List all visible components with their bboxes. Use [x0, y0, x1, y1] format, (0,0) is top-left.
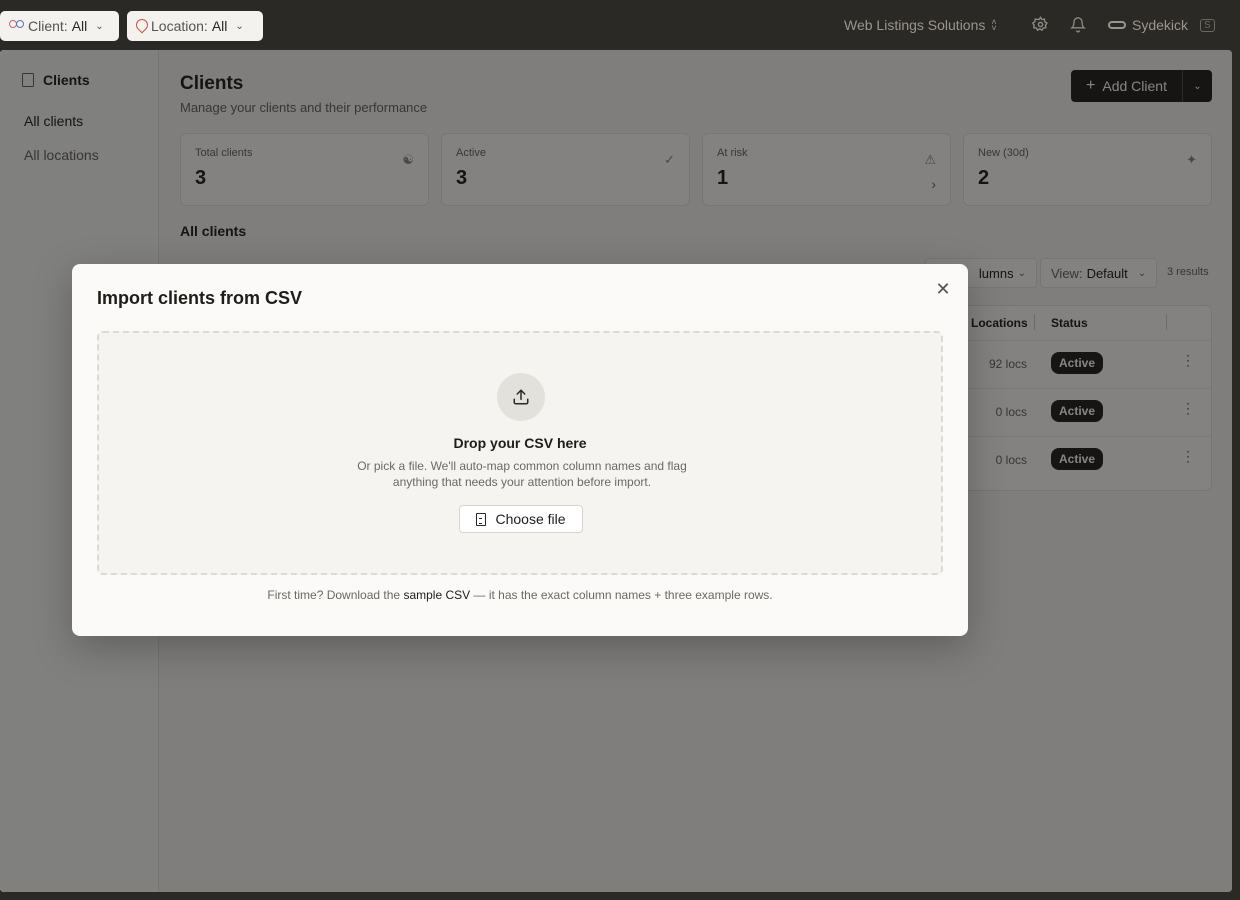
dropzone-description: Or pick a file. We'll auto-map common co…	[357, 459, 687, 489]
brand-shortcut: S	[1200, 18, 1215, 32]
dropzone-title: Drop your CSV here	[453, 435, 587, 451]
org-name: Web Listings Solutions	[844, 17, 986, 33]
chevron-updown-icon: ˄ ˅	[991, 17, 997, 33]
dialog-title: Import clients from CSV	[97, 288, 303, 308]
brand-menu[interactable]: Sydekick S	[1108, 17, 1215, 33]
map-pin-icon	[135, 19, 147, 33]
location-filter-key: Location:	[151, 18, 208, 34]
brand-logo-icon	[1108, 21, 1126, 29]
location-filter-value: All	[211, 18, 228, 34]
choose-file-button[interactable]: Choose file	[459, 505, 583, 533]
choose-file-label: Choose file	[495, 511, 566, 527]
sample-csv-link[interactable]: sample CSV	[403, 588, 470, 602]
client-filter-key: Client:	[28, 18, 68, 34]
sample-csv-note: First time? Download the sample CSV — it…	[72, 588, 968, 602]
footnote-text: — it has the exact column names + three …	[473, 588, 773, 602]
brand-name: Sydekick	[1132, 17, 1189, 33]
bell-icon[interactable]	[1069, 16, 1087, 34]
users-icon	[8, 19, 24, 33]
location-filter[interactable]: Location: All ⌄	[127, 11, 263, 41]
chevron-down-icon: ⌄	[95, 20, 104, 32]
settings-icon[interactable]	[1031, 16, 1049, 34]
close-icon[interactable]: ✕	[934, 280, 952, 298]
top-bar: Client: All ⌄ Location: All ⌄ Web Listin…	[0, 0, 1240, 50]
client-filter[interactable]: Client: All ⌄	[0, 11, 119, 41]
import-csv-dialog: Import clients from CSV ✕ Drop your CSV …	[72, 264, 968, 636]
client-filter-value: All	[71, 18, 88, 34]
upload-icon	[497, 373, 545, 421]
org-switcher[interactable]: Web Listings Solutions ˄ ˅	[844, 17, 997, 33]
chevron-down-icon: ⌄	[235, 20, 244, 32]
file-icon	[476, 512, 487, 526]
footnote-text: First time? Download the	[267, 588, 401, 602]
csv-dropzone[interactable]: Drop your CSV here Or pick a file. We'll…	[97, 331, 943, 575]
